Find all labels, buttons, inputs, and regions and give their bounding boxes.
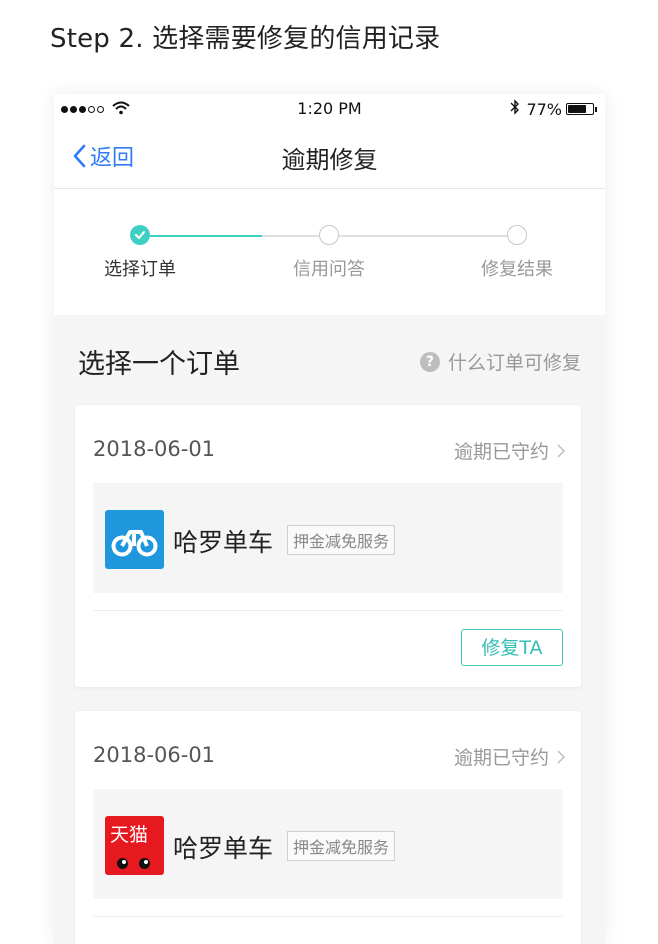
step-label-1: 选择订单 <box>104 259 176 280</box>
step-line-todo <box>262 235 518 237</box>
merchant-box: 天猫 哈罗单车 押金减免服务 <box>93 789 563 899</box>
step-node-1 <box>130 225 150 245</box>
cat-eye <box>139 858 150 869</box>
chevron-right-icon <box>557 750 565 763</box>
page-caption: Step 2. 选择需要修复的信用记录 <box>50 24 441 54</box>
tmall-logo-text: 天猫 <box>110 824 149 846</box>
order-card[interactable]: 2018-06-01 逾期已守约 哈罗单车 押金减免服务 修复TA <box>75 405 581 687</box>
page-title: 逾期修复 <box>281 146 378 174</box>
status-bar: 1:20 PM 77% <box>54 94 605 124</box>
order-date: 2018-06-01 <box>93 437 216 461</box>
help-link[interactable]: ? 什么订单可修复 <box>419 348 581 375</box>
order-card[interactable]: 2018-06-01 逾期已守约 天猫 哈罗单车 押金减免服务 <box>75 711 581 944</box>
bluetooth-icon <box>510 99 520 119</box>
repair-button[interactable]: 修复TA <box>461 629 563 666</box>
order-status[interactable]: 逾期已守约 <box>454 437 565 464</box>
step-label-3: 修复结果 <box>481 259 553 280</box>
phone-screen: 1:20 PM 77% 返回 逾期修复 选择订单 信用问答 修复结果 选择一个订… <box>54 94 605 944</box>
battery-tip <box>595 106 597 112</box>
battery-percent: 77% <box>526 99 562 119</box>
order-status[interactable]: 逾期已守约 <box>454 743 565 770</box>
divider <box>93 610 563 611</box>
step-node-2 <box>319 225 339 245</box>
battery-fill <box>568 105 586 113</box>
service-tag: 押金减免服务 <box>287 831 396 861</box>
status-right: 77% <box>510 99 597 119</box>
order-date: 2018-06-01 <box>93 743 216 767</box>
merchant-name: 哈罗单车 <box>173 528 274 557</box>
step-label-2: 信用问答 <box>293 259 365 280</box>
tmall-icon: 天猫 <box>105 816 164 875</box>
step-line-done <box>150 235 262 237</box>
nav-bar: 返回 逾期修复 <box>54 124 605 189</box>
help-label: 什么订单可修复 <box>447 352 581 374</box>
divider <box>93 916 563 917</box>
merchant-box: 哈罗单车 押金减免服务 <box>93 483 563 593</box>
chevron-right-icon <box>557 444 565 457</box>
step-node-3 <box>507 225 527 245</box>
battery-icon <box>566 103 594 115</box>
question-icon: ? <box>419 351 440 372</box>
order-status-label: 逾期已守约 <box>453 441 549 463</box>
section-title: 选择一个订单 <box>78 349 240 380</box>
progress-stepper: 选择订单 信用问答 修复结果 <box>54 189 605 315</box>
cat-eye <box>117 858 128 869</box>
bike-icon <box>105 510 164 569</box>
merchant-name: 哈罗单车 <box>173 834 274 863</box>
check-icon <box>135 231 145 239</box>
order-status-label: 逾期已守约 <box>453 747 549 769</box>
service-tag: 押金减免服务 <box>287 525 396 555</box>
